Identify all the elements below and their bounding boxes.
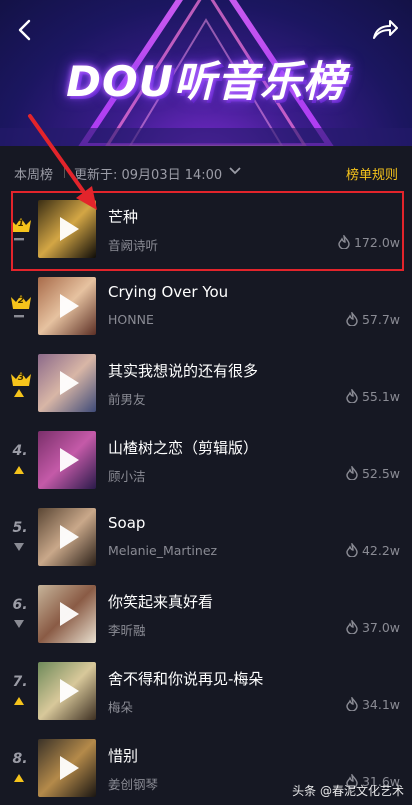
heat-value: 34.1w <box>361 697 400 712</box>
play-icon[interactable] <box>38 277 96 335</box>
heat-count: 55.1w <box>346 387 400 404</box>
song-title: 山楂树之恋（剪辑版） <box>108 439 259 457</box>
song-row[interactable]: 4. 山楂树之恋（剪辑版） 顾小洁 52.5w <box>0 421 412 497</box>
trend-up-icon <box>14 697 24 705</box>
heat-value: 52.5w <box>361 466 400 481</box>
song-row[interactable]: 3 其实我想说的还有很多 前男友 55.1w <box>0 344 412 420</box>
rank-number: 4. <box>12 443 28 459</box>
song-row[interactable]: 6. 你笑起来真好看 李昕融 37.0w <box>0 575 412 651</box>
heat-count: 37.0w <box>346 618 400 635</box>
play-icon[interactable] <box>38 585 96 643</box>
artist-name: 顾小洁 <box>108 469 146 484</box>
rank-number: 8. <box>12 751 28 767</box>
rank-number: 5. <box>12 520 28 536</box>
trend-down-icon <box>14 620 24 628</box>
chart-rules-link[interactable]: 榜单规则 <box>346 164 398 183</box>
album-cover[interactable] <box>38 431 96 489</box>
play-icon[interactable] <box>38 739 96 797</box>
song-title: 其实我想说的还有很多 <box>108 362 259 380</box>
rank-number: 2 <box>17 296 25 306</box>
heat-value: 42.2w <box>361 543 400 558</box>
song-title: 惜别 <box>108 747 139 765</box>
play-icon[interactable] <box>38 508 96 566</box>
heat-count: 42.2w <box>346 541 400 558</box>
album-cover[interactable] <box>38 508 96 566</box>
trend-up-icon <box>14 466 24 474</box>
rank-number: 6. <box>12 597 28 613</box>
artist-name: HONNE <box>108 312 154 327</box>
flame-icon <box>346 618 358 635</box>
heat-count: 34.1w <box>346 695 400 712</box>
play-icon[interactable] <box>38 431 96 489</box>
chevron-down-icon[interactable] <box>228 164 242 178</box>
album-cover[interactable] <box>38 739 96 797</box>
album-cover[interactable] <box>38 354 96 412</box>
flame-icon <box>346 387 358 404</box>
song-title: Soap <box>108 514 146 532</box>
song-row[interactable]: 7. 舍不得和你说再见-梅朵 梅朵 34.1w <box>0 652 412 728</box>
highlight-box <box>11 191 404 271</box>
artist-name: Melanie_Martinez <box>108 543 218 558</box>
flame-icon <box>346 541 358 558</box>
page-title: DOU听音乐榜 <box>66 57 346 106</box>
rank-number: 7. <box>12 674 28 690</box>
song-title: Crying Over You <box>108 283 229 301</box>
trend-down-icon <box>14 543 24 551</box>
artist-name: 前男友 <box>108 392 146 407</box>
chart-info-bar: 本周榜 更新于: 09月03日 14:00 榜单规则 <box>0 158 412 188</box>
song-title: 舍不得和你说再见-梅朵 <box>108 670 264 688</box>
flame-icon <box>346 695 358 712</box>
song-title: 你笑起来真好看 <box>108 593 214 611</box>
chart-header-banner: DOU听音乐榜 <box>0 0 412 146</box>
heat-value: 55.1w <box>361 389 400 404</box>
update-time-label[interactable]: 更新于: 09月03日 14:00 <box>74 164 222 183</box>
album-cover[interactable] <box>38 585 96 643</box>
flame-icon <box>346 310 358 327</box>
back-arrow-icon[interactable] <box>12 16 40 44</box>
artist-name: 姜创钢琴 <box>108 777 159 792</box>
rank-number: 3 <box>17 373 25 383</box>
flame-icon <box>346 464 358 481</box>
trend-up-icon <box>14 774 24 782</box>
artist-name: 梅朵 <box>108 700 134 715</box>
trend-flat-icon <box>14 315 24 318</box>
artist-name: 李昕融 <box>108 623 146 638</box>
album-cover[interactable] <box>38 662 96 720</box>
heat-value: 37.0w <box>361 620 400 635</box>
song-row[interactable]: 2 Crying Over You HONNE 57.7w <box>0 267 412 343</box>
play-icon[interactable] <box>38 354 96 412</box>
song-row[interactable]: 5. Soap Melanie_Martinez 42.2w <box>0 498 412 574</box>
heat-value: 57.7w <box>361 312 400 327</box>
week-chart-label: 本周榜 <box>14 168 54 183</box>
heat-count: 57.7w <box>346 310 400 327</box>
watermark: 头条 @春泥文化艺术 <box>292 784 404 798</box>
album-cover[interactable] <box>38 277 96 335</box>
divider <box>64 164 65 178</box>
trend-up-icon <box>14 389 24 397</box>
heat-count: 52.5w <box>346 464 400 481</box>
play-icon[interactable] <box>38 662 96 720</box>
share-icon[interactable] <box>370 16 400 44</box>
